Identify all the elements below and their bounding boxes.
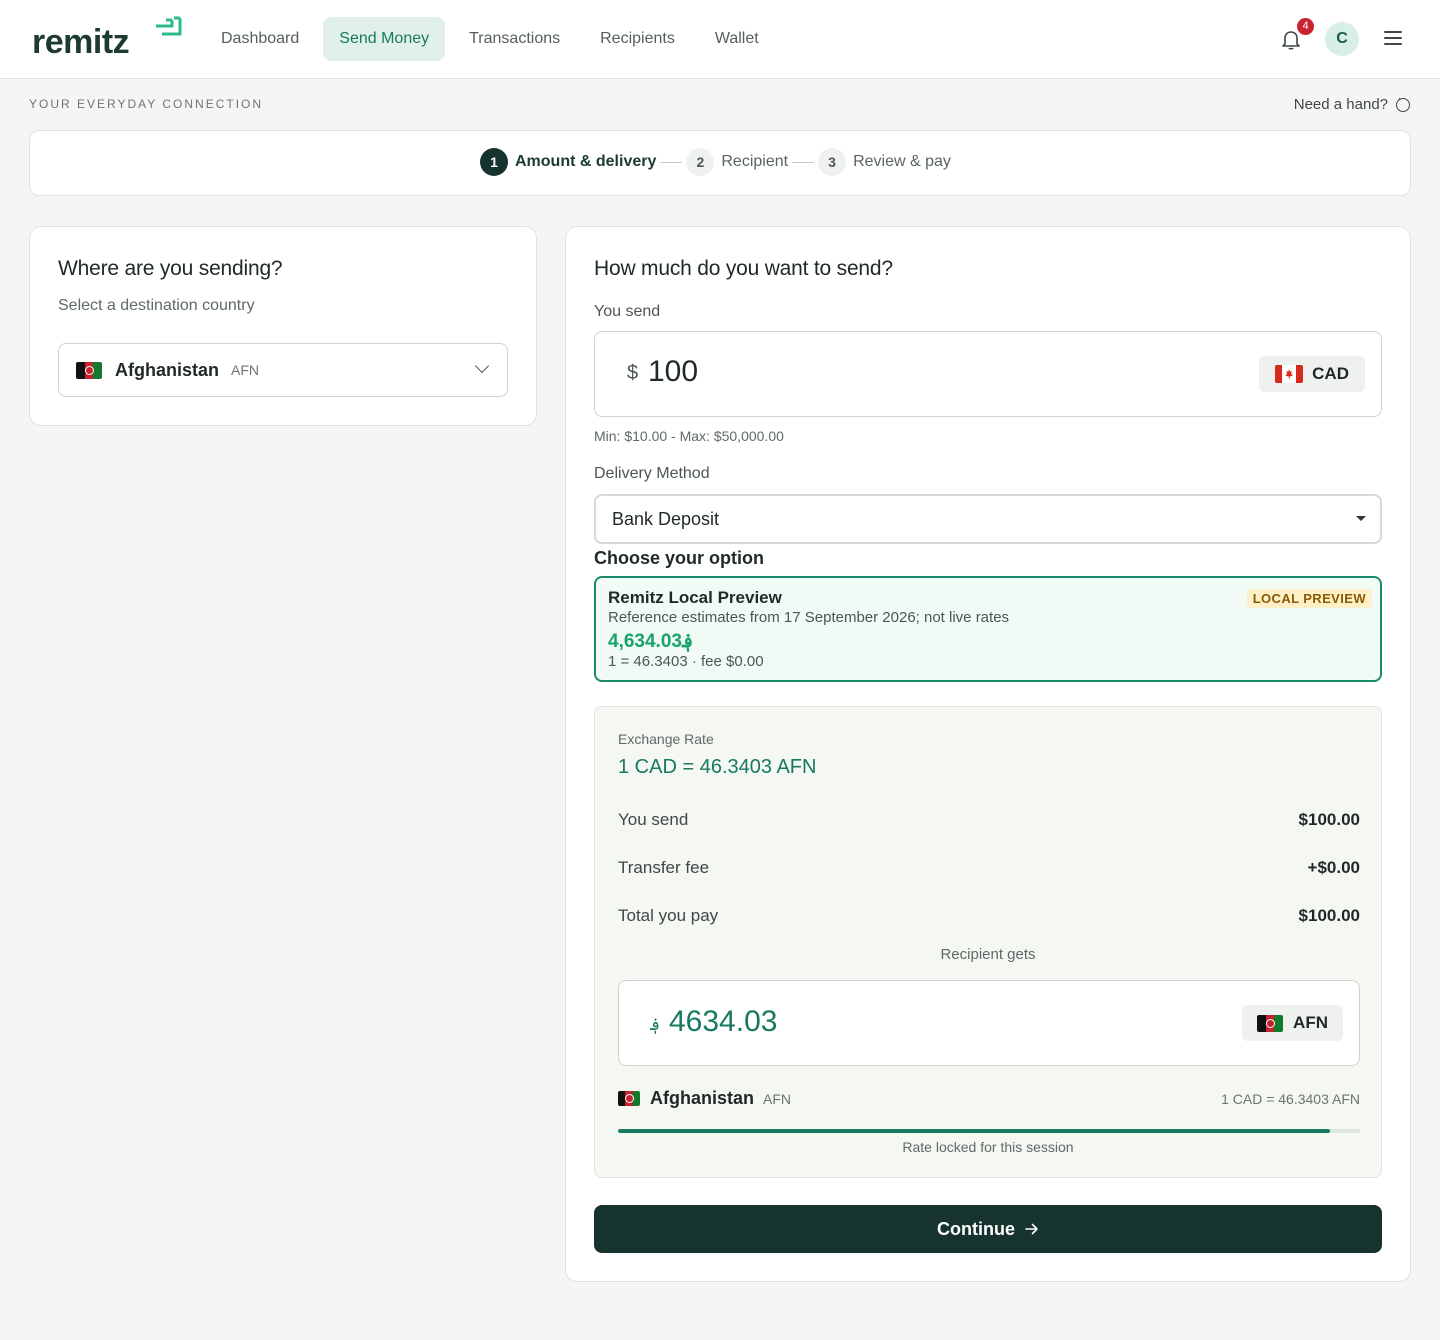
transfer-summary: Exchange Rate 1 CAD = 46.3403 AFN You se… (594, 706, 1382, 1178)
logo[interactable]: remitz (32, 16, 182, 62)
step-1-label: Amount & delivery (515, 153, 657, 170)
nav-send-money[interactable]: Send Money (323, 17, 446, 61)
receive-currency-selector[interactable]: AFN (1242, 1005, 1343, 1041)
summary-row: Total you pay $100.00 (618, 906, 1360, 926)
delivery-method-value: Bank Deposit (612, 509, 720, 529)
choose-option-label: Choose your option (594, 548, 764, 568)
canada-flag-icon (1275, 365, 1304, 383)
send-amount-input[interactable]: $ 100 CAD (594, 331, 1382, 417)
dest-country-name: Afghanistan (650, 1088, 755, 1108)
nav-transactions[interactable]: Transactions (453, 17, 576, 61)
country-name: Afghanistan (115, 359, 220, 380)
send-amount-value[interactable]: 100 (648, 355, 698, 389)
destination-title: Where are you sending? (58, 257, 283, 280)
step-2-label: Recipient (721, 153, 789, 170)
avatar[interactable]: C (1325, 22, 1359, 56)
step-1-number: 1 (480, 148, 508, 176)
destination-summary: Afghanistan AFN 1 CAD = 46.3403 AFN (618, 1088, 1360, 1109)
rate-locked-label: Rate locked for this session (902, 1139, 1074, 1155)
nav-dashboard[interactable]: Dashboard (205, 17, 315, 61)
logo-text: remitz (32, 23, 130, 61)
provider-option-card[interactable]: Remitz Local Preview LOCAL PREVIEW Refer… (594, 576, 1382, 682)
country-select[interactable]: Afghanistan AFN (58, 343, 508, 397)
delivery-method-select[interactable]: Bank Deposit (594, 494, 1382, 544)
chat-bubble-icon (1396, 93, 1410, 112)
step-2-number: 2 (686, 148, 715, 176)
summary-row-value: +$0.00 (1307, 858, 1360, 877)
stepper: 1 Amount & delivery 2 Recipient 3 Review… (29, 130, 1411, 196)
recipient-gets-label: Recipient gets (940, 946, 1036, 963)
help-link[interactable]: Need a hand? (1293, 93, 1410, 113)
hamburger-menu-icon[interactable] (1384, 31, 1402, 45)
summary-row-label: You send (618, 810, 689, 829)
delivery-method-label: Delivery Method (594, 465, 710, 482)
exchange-rate-value: 1 CAD = 46.3403 AFN (618, 756, 817, 778)
option-description: Reference estimates from 17 September 20… (608, 609, 1010, 626)
nav-recipients[interactable]: Recipients (584, 17, 691, 61)
amount-card: How much do you want to send? You send $… (565, 226, 1411, 1282)
option-title: Remitz Local Preview (608, 588, 782, 607)
option-amount: 4,634.03؋ (608, 631, 694, 652)
continue-button[interactable]: Continue (594, 1205, 1382, 1253)
summary-row-value: $100.00 (1298, 906, 1360, 925)
nav-wallet[interactable]: Wallet (699, 17, 775, 61)
you-send-label: You send (594, 303, 661, 320)
send-currency-selector[interactable]: CAD (1259, 356, 1365, 392)
amount-limits: Min: $10.00 - Max: $50,000.00 (594, 428, 784, 444)
step-connector (660, 161, 683, 163)
currency-symbol: $ (627, 362, 639, 384)
help-label: Need a hand? (1293, 96, 1388, 113)
afghanistan-flag-icon (618, 1091, 640, 1106)
destination-subtitle: Select a destination country (58, 297, 255, 314)
send-currency-code: CAD (1312, 364, 1349, 383)
receive-currency-code: AFN (1293, 1013, 1328, 1032)
summary-row: You send $100.00 (618, 810, 1360, 830)
step-3-label: Review & pay (853, 153, 951, 170)
caret-down-icon (1356, 516, 1366, 521)
arrow-right-icon (1025, 1223, 1038, 1235)
dest-country-code: AFN (763, 1090, 792, 1107)
recipient-amount-input[interactable]: ؋ 4634.03 AFN (618, 980, 1360, 1066)
summary-row-value: $100.00 (1298, 810, 1360, 829)
afghani-symbol: ؋ (650, 1015, 660, 1034)
notification-badge: 4 (1297, 18, 1314, 35)
summary-row-label: Transfer fee (618, 858, 710, 877)
main-nav: Dashboard Send Money Transactions Recipi… (205, 17, 783, 61)
rate-lock-progress-fill (618, 1129, 1331, 1133)
afghanistan-flag-icon (76, 361, 102, 379)
summary-row: Transfer fee +$0.00 (618, 858, 1360, 878)
continue-label: Continue (937, 1218, 1015, 1239)
step-3-number: 3 (818, 148, 847, 176)
summary-row-label: Total you pay (618, 906, 719, 925)
country-code: AFN (231, 362, 260, 378)
amount-title: How much do you want to send? (594, 257, 893, 280)
option-badge: LOCAL PREVIEW (1246, 589, 1372, 608)
exchange-rate-label: Exchange Rate (618, 731, 714, 747)
option-rate-fee: 1 = 46.3403 · fee $0.00 (608, 653, 764, 670)
recipient-amount-value[interactable]: 4634.03 (669, 1005, 777, 1039)
destination-card: Where are you sending? Select a destinat… (29, 226, 537, 426)
dest-rate: 1 CAD = 46.3403 AFN (1221, 1090, 1360, 1107)
tagline: YOUR EVERYDAY CONNECTION (29, 97, 264, 111)
chevron-down-icon (474, 358, 490, 374)
afghanistan-flag-icon (1257, 1014, 1284, 1032)
logo-arrow-icon (156, 16, 182, 36)
rate-lock-progress (618, 1129, 1360, 1133)
step-connector (792, 161, 815, 163)
top-bar: remitz Dashboard Send Money Transactions… (0, 0, 1440, 79)
